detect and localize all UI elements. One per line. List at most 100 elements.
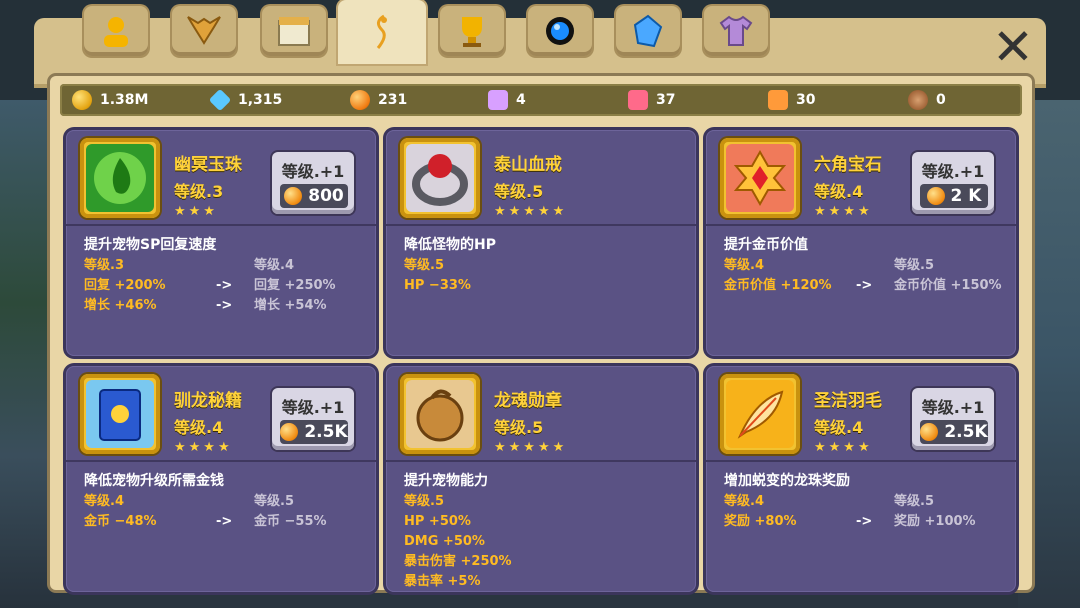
relic-level: 等级.3: [174, 182, 224, 201]
current-stat-line: 等级.4: [724, 494, 764, 509]
arrow-icon: [216, 256, 232, 276]
current-stat-line: 奖励 +80%: [724, 514, 797, 529]
pink-badge-icon: [628, 90, 648, 110]
relic-name: 幽冥玉珠: [174, 155, 242, 175]
relic-stars: ★★★★: [814, 204, 873, 219]
relic-card[interactable]: 幽冥玉珠等级.3 ★★★ 等级.+1 800 提升宠物SP回复速度等级.3 回复 +200…: [66, 130, 376, 356]
tab-profile[interactable]: [84, 6, 148, 56]
relic-description: 提升宠物SP回复速度: [84, 237, 217, 253]
card-divider: [386, 224, 696, 226]
relic-name: 六角宝石: [814, 155, 882, 175]
resource-orb: 231: [350, 84, 407, 116]
tab-shirt[interactable]: [704, 6, 768, 56]
bronze-token-icon: [908, 90, 928, 110]
upgrade-button[interactable]: 等级.+1 800: [272, 152, 354, 214]
relic-level: 等级.4: [174, 418, 224, 437]
shop-tab-icon: [278, 17, 310, 46]
relic-stars: ★★★★★: [494, 440, 568, 455]
relic-card[interactable]: 六角宝石 等级.4 ★★★★ 等级.+1 2 K 提升金币价值 等级.4 金币价值 +120%…: [706, 130, 1016, 356]
stat-arrows: -> ->: [216, 256, 232, 316]
card-divider: [66, 460, 376, 462]
profile-tab-icon: [104, 17, 128, 47]
arrow-icon: [856, 256, 872, 276]
relic-icon-frame: [720, 138, 800, 218]
next-stat-line: 回复 +250%: [254, 278, 336, 293]
relic-icon-frame: [80, 138, 160, 218]
arrow-icon: [216, 492, 232, 512]
orange-badge-icon: [768, 90, 788, 110]
card-divider: [706, 460, 1016, 462]
tab-trophy[interactable]: [440, 6, 504, 56]
trophy-tab-icon: [462, 17, 482, 47]
arrow-icon: ->: [216, 298, 233, 313]
arrow-icon: [856, 492, 872, 512]
relic-level: 等级.4: [814, 418, 864, 437]
current-stat-line: 等级.4: [724, 258, 764, 273]
orb-coin-icon: [920, 423, 939, 441]
upgrade-cost: 800: [280, 184, 348, 208]
upgrade-button[interactable]: 等级.+1 2 K: [912, 152, 994, 214]
shirt-tab-icon: [719, 15, 753, 46]
resource-bar: 1.38M 1,315 231 4 37 30 0: [60, 84, 1022, 116]
next-stat-line: 金币 −55%: [254, 514, 327, 529]
current-stat-line: 等级.3: [84, 258, 124, 273]
relic-description: 降低宠物升级所需金钱: [84, 473, 224, 489]
dragon-book-icon: [86, 380, 154, 448]
current-stats: 等级.5 HP +50% DMG +50% 暴击伤害 +250% 暴击率 +5%: [404, 492, 512, 592]
next-stats: 等级.5 金币价值 +150%: [894, 256, 1002, 296]
upgrade-label: 等级.+1: [281, 162, 345, 181]
relic-name: 驯龙秘籍: [174, 391, 242, 411]
current-stats: 等级.3 回复 +200% 增长 +46%: [84, 256, 166, 316]
next-stats: 等级.4 回复 +250% 增长 +54%: [254, 256, 336, 316]
current-stat-line: 暴击伤害 +250%: [404, 554, 512, 569]
green-orb-icon: [86, 144, 154, 212]
tab-crystal[interactable]: [616, 6, 680, 56]
relic-stars: ★★★: [174, 204, 218, 219]
star-badge-icon: [488, 90, 508, 110]
next-stat-line: 等级.5: [254, 494, 294, 509]
relic-description: 降低怪物的HP: [404, 237, 496, 253]
stat-arrows: ->: [856, 492, 872, 532]
current-stat-line: 金币价值 +120%: [724, 278, 832, 293]
gold-coin-icon: [72, 90, 92, 110]
current-stats: 等级.4 奖励 +80%: [724, 492, 797, 532]
upgrade-label: 等级.+1: [281, 398, 345, 417]
tab-relic[interactable]: [338, 0, 426, 64]
current-stat-line: 等级.5: [404, 494, 444, 509]
resource-pink-badge: 37: [628, 84, 675, 116]
upgrade-button[interactable]: 等级.+1 2.5K: [912, 388, 994, 450]
next-stat-line: 等级.5: [894, 258, 934, 273]
relic-card[interactable]: 圣洁羽毛 等级.4 ★★★★ 等级.+1 2.5K 增加蜕变的龙珠奖励 等级.4 奖励 +80…: [706, 366, 1016, 592]
orb-coin-icon: [280, 423, 299, 441]
upgrade-button[interactable]: 等级.+1 2.5K: [272, 388, 354, 450]
upgrade-cost: 2 K: [920, 184, 988, 208]
relic-icon-frame: [400, 374, 480, 454]
dragon-tab-icon: [187, 16, 221, 45]
stat-arrows: ->: [216, 492, 232, 532]
card-divider: [66, 224, 376, 226]
relic-card[interactable]: 龙魂勋章 等级.5 ★★★★★ 提升宠物能力 等级.5 HP +50% DMG +50% 暴击…: [386, 366, 696, 592]
next-stats: 等级.5 金币 −55%: [254, 492, 327, 532]
next-stats: 等级.5 奖励 +100%: [894, 492, 976, 532]
current-stat-line: 暴击率 +5%: [404, 574, 481, 589]
relic-card[interactable]: 驯龙秘籍 等级.4 ★★★★ 等级.+1 2.5K 降低宠物升级所需金钱 等级.4 金币 −4…: [66, 366, 376, 592]
next-stat-line: 奖励 +100%: [894, 514, 976, 529]
orb-coin-icon: [926, 187, 945, 205]
card-divider: [706, 224, 1016, 226]
next-stat-line: 增长 +54%: [254, 298, 327, 313]
next-stat-line: 等级.5: [894, 494, 934, 509]
tab-shop[interactable]: [262, 6, 326, 56]
relic-level: 等级.4: [814, 182, 864, 201]
relic-description: 提升金币价值: [724, 237, 808, 253]
relic-name: 龙魂勋章: [494, 391, 562, 411]
tab-dragon[interactable]: [172, 6, 236, 56]
diamond-icon: [208, 88, 232, 112]
relic-icon-frame: [400, 138, 480, 218]
current-stat-line: DMG +50%: [404, 534, 485, 549]
relic-card[interactable]: 泰山血戒 等级.5 ★★★★★ 降低怪物的HP 等级.5 HP −33%: [386, 130, 696, 356]
close-button[interactable]: ✕: [990, 22, 1036, 72]
close-icon: ✕: [992, 18, 1034, 76]
tab-orb[interactable]: [528, 6, 592, 56]
relic-stars: ★★★★: [174, 440, 233, 455]
relic-icon-frame: [720, 374, 800, 454]
